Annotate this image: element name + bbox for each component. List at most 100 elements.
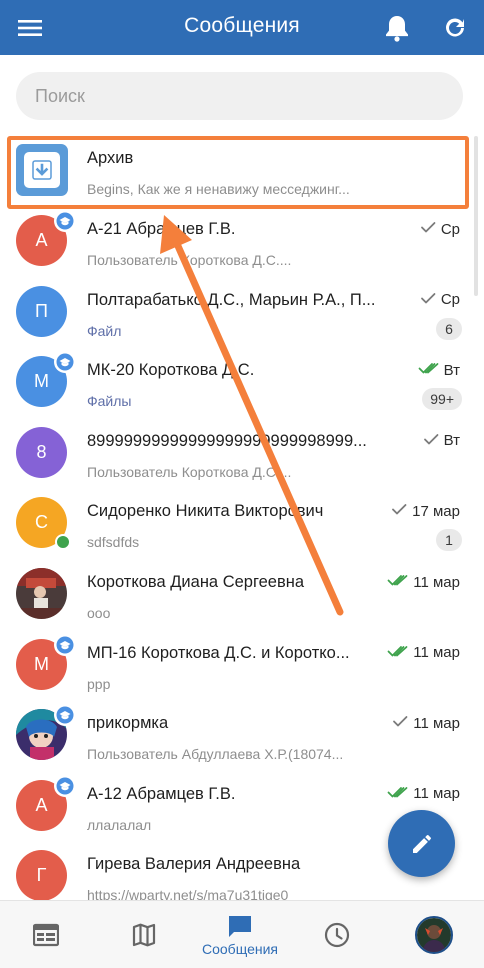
chat-title: МП-16 Короткова Д.С. и Коротко...: [87, 643, 350, 662]
check-icon: [422, 432, 440, 450]
chat-time: Вт: [443, 432, 460, 450]
chat-meta: 11 мар: [387, 785, 460, 803]
avatar: М: [16, 351, 76, 408]
refresh-icon[interactable]: [435, 8, 475, 48]
avatar: 8: [16, 426, 67, 478]
chat-time: 11 мар: [413, 714, 460, 732]
chat-preview: ррр: [87, 675, 111, 692]
graduation-cap-icon: [54, 210, 76, 232]
chat-row[interactable]: М МК-20 Короткова Д.С. Файлы Вт 99+: [0, 348, 484, 419]
chat-meta: Ср: [419, 291, 460, 309]
online-status-indicator: [55, 534, 71, 551]
nav-map[interactable]: [122, 901, 166, 968]
chat-meta: 17 мар: [390, 502, 460, 520]
map-icon: [132, 923, 156, 947]
chat-meta: Вт: [418, 361, 460, 379]
chat-row[interactable]: А А-21 Абрамцев Г.В. Пользователь Коротков…: [0, 207, 484, 278]
messenger-screen: Сообщения Архив Begins, Как же я ненавиж…: [0, 0, 484, 968]
pencil-icon: [412, 834, 431, 853]
chat-title: А-21 Абрамцев Г.В.: [87, 220, 236, 238]
chat-title: А-12 Абрамцев Г.В.: [87, 784, 236, 803]
chat-title: Короткова Диана Сергеевна: [87, 573, 305, 591]
nav-profile[interactable]: [412, 901, 456, 968]
avatar-letter: 8: [36, 441, 47, 462]
nav-schedule[interactable]: [24, 901, 68, 968]
archive-title: Архив: [87, 149, 134, 167]
avatar: П: [16, 285, 67, 337]
avatar-letter: Г: [36, 865, 47, 886]
double-check-icon: [418, 361, 440, 379]
graduation-cap-icon: [54, 633, 76, 656]
chat-title: прикормка: [87, 714, 169, 733]
chat-time: Ср: [440, 291, 460, 309]
chat-time: Вт: [443, 361, 460, 379]
bell-icon[interactable]: [377, 8, 417, 48]
chat-preview: Пользователь Короткова Д.С....: [87, 463, 292, 480]
chat-preview: https://wparty.net/s/ma7u31tige0: [87, 887, 289, 900]
double-check-icon: [387, 785, 409, 803]
avatar: [16, 704, 76, 761]
chat-title: МК-20 Короткова Д.С.: [87, 361, 255, 380]
avatar: М: [16, 633, 76, 690]
chat-row[interactable]: С Сидоренко Никита Викторович sdfsdfds 17 м…: [0, 489, 484, 560]
archive-preview: Begins, Как же я ненавижу месседжинг...: [87, 181, 350, 197]
chat-preview: sdfsdfds: [87, 534, 140, 551]
nav-history[interactable]: [315, 901, 359, 968]
chat-list: Архив Begins, Как же я ненавижу месседжи…: [0, 136, 484, 900]
chat-title: 89999999999999999999999998999...: [87, 431, 367, 450]
clock-icon: [324, 922, 350, 948]
avatar-letter: М: [34, 371, 49, 392]
chat-title: Гирева Валерия Андреевна: [87, 855, 301, 874]
chat-time: 17 мар: [412, 502, 460, 520]
unread-count-badge: 6: [436, 317, 462, 340]
avatar: А: [16, 210, 76, 266]
unread-count-badge: 1: [436, 529, 462, 552]
chat-preview: ллалалал: [87, 816, 152, 833]
graduation-cap-icon: [54, 704, 76, 727]
double-check-icon: [387, 644, 409, 662]
chat-time: 11 мар: [413, 785, 460, 803]
top-app-bar: Сообщения: [0, 0, 484, 55]
chat-preview: Файл: [87, 322, 122, 339]
chat-time: Ср: [440, 220, 460, 238]
chat-row[interactable]: Короткова Диана Сергеевна ооо 11 мар: [0, 560, 484, 631]
chat-meta: Вт: [422, 432, 460, 450]
chat-meta: 11 мар: [391, 714, 460, 732]
check-icon: [391, 714, 409, 732]
search-bar[interactable]: [16, 72, 463, 120]
nav-messages[interactable]: Сообщения: [190, 901, 290, 968]
avatar: С: [16, 497, 71, 551]
chat-row[interactable]: прикормка Пользователь Абдуллаева Х.Р.(18…: [0, 701, 484, 772]
chat-preview: ооо: [87, 605, 111, 621]
scrollbar[interactable]: [474, 136, 478, 296]
avatar: Г: [16, 850, 67, 900]
chat-time: 11 мар: [413, 573, 460, 591]
bottom-navigation: Сообщения: [0, 900, 484, 968]
graduation-cap-icon: [54, 774, 76, 797]
avatar-letter: А: [35, 230, 48, 250]
chat-row[interactable]: М МП-16 Короткова Д.С. и Коротко... ррр 11 …: [0, 631, 484, 702]
profile-avatar: [415, 916, 453, 954]
unread-count-badge: 99+: [422, 388, 462, 411]
avatar-letter: П: [35, 300, 48, 321]
schedule-icon: [33, 923, 59, 947]
check-icon: [390, 502, 408, 520]
avatar: [16, 568, 67, 619]
chat-row[interactable]: П Полтарабатько Д.С., Марьин Р.А., П... Фа…: [0, 278, 484, 349]
graduation-cap-icon: [54, 351, 76, 374]
avatar: А: [16, 774, 76, 831]
compose-button[interactable]: [388, 810, 455, 877]
chat-meta: 11 мар: [387, 644, 460, 662]
archive-row[interactable]: Архив Begins, Как же я ненавижу месседжи…: [0, 136, 484, 208]
chat-preview: Пользователь Короткова Д.С....: [87, 252, 292, 268]
chat-title: Полтарабатько Д.С., Марьин Р.А., П...: [87, 290, 376, 309]
chat-preview: Файлы: [87, 393, 132, 410]
chat-row[interactable]: 8 89999999999999999999999998999... Пользов…: [0, 419, 484, 490]
chat-icon: [229, 915, 251, 937]
chat-meta: 11 мар: [387, 573, 460, 591]
chat-title: Сидоренко Никита Викторович: [87, 502, 324, 521]
check-icon: [419, 220, 437, 238]
check-icon: [419, 291, 437, 309]
search-input[interactable]: [16, 72, 463, 120]
avatar-letter: С: [35, 512, 48, 533]
